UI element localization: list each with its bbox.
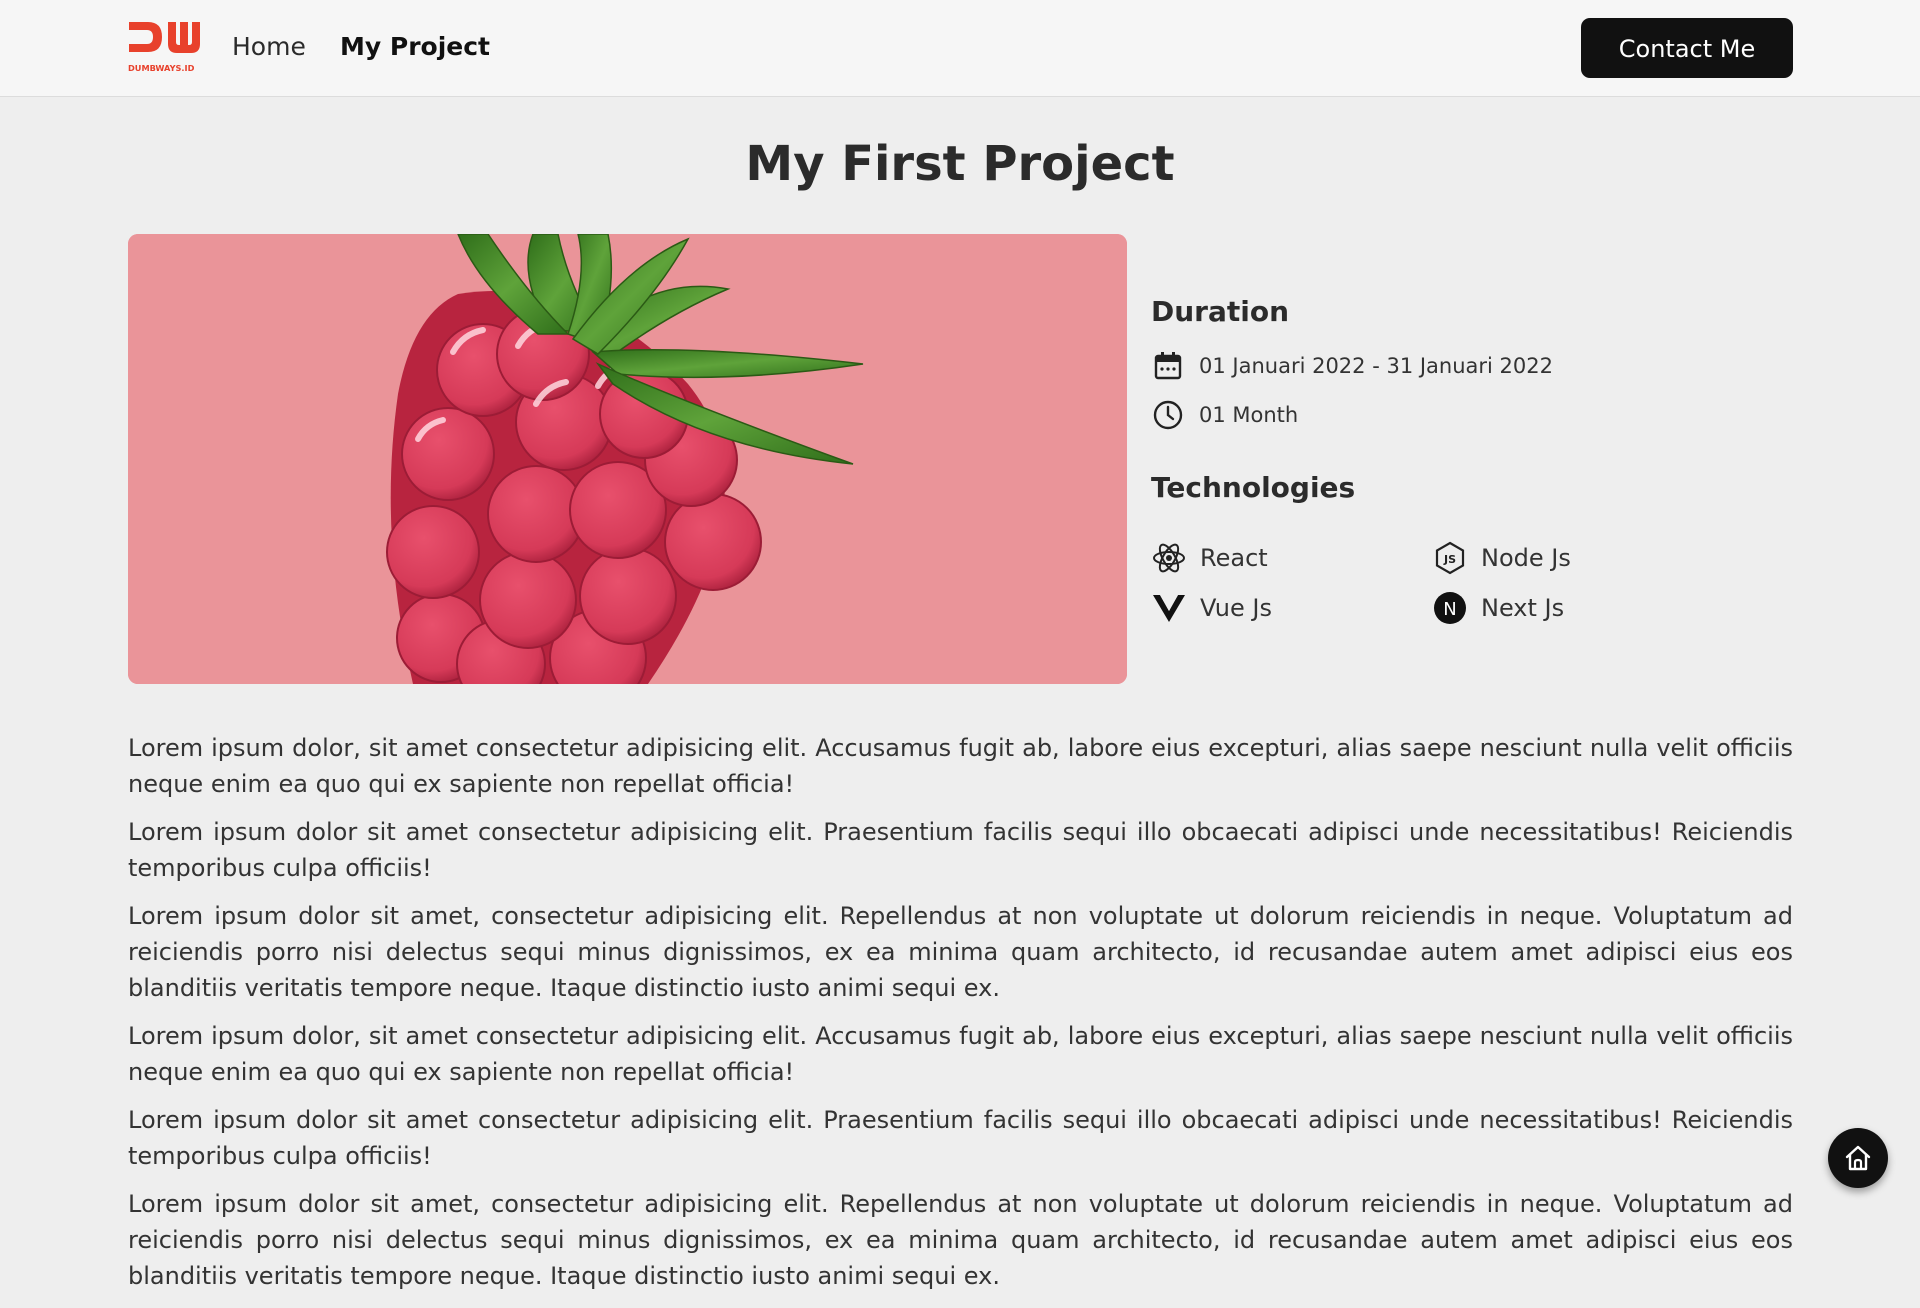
tech-label: Next Js: [1481, 594, 1565, 622]
vue-icon: [1153, 595, 1185, 622]
tech-label: Node Js: [1481, 544, 1571, 572]
project-length-text: 01 Month: [1199, 403, 1299, 427]
description-paragraph: Lorem ipsum dolor, sit amet consectetur …: [128, 1022, 1793, 1086]
description-paragraph: Lorem ipsum dolor sit amet consectetur a…: [128, 1106, 1793, 1170]
tech-label: React: [1200, 544, 1268, 572]
svg-text:DUMBWAYS.ID: DUMBWAYS.ID: [128, 63, 195, 73]
svg-text:JS: JS: [1443, 553, 1456, 566]
svg-text:N: N: [1443, 599, 1456, 620]
date-range: 01 Januari 2022 - 31 Januari 2022: [1152, 348, 1553, 384]
date-range-text: 01 Januari 2022 - 31 Januari 2022: [1199, 354, 1553, 378]
page-title: My First Project: [745, 136, 1175, 192]
nav-link-my-project[interactable]: My Project: [340, 30, 490, 64]
description-paragraph: Lorem ipsum dolor, sit amet consectetur …: [128, 734, 1793, 798]
home-icon: [1845, 1145, 1871, 1171]
technologies-heading: Technologies: [1151, 471, 1356, 504]
nodejs-icon: JS: [1435, 541, 1465, 575]
raspberry-illustration: [128, 234, 1127, 684]
tech-nodejs: JS Node Js: [1433, 538, 1571, 578]
clock-icon: [1153, 400, 1183, 430]
project-length: 01 Month: [1152, 397, 1298, 433]
project-description: Lorem ipsum dolor, sit amet consectetur …: [128, 730, 1793, 1306]
react-icon: [1153, 543, 1185, 573]
duration-heading: Duration: [1151, 295, 1290, 328]
description-paragraph: Lorem ipsum dolor sit amet, consectetur …: [128, 1190, 1793, 1290]
description-paragraph: Lorem ipsum dolor sit amet, consectetur …: [128, 902, 1793, 1002]
tech-nextjs: N Next Js: [1433, 588, 1564, 628]
tech-vue: Vue Js: [1152, 588, 1272, 628]
description-paragraph: Lorem ipsum dolor sit amet consectetur a…: [128, 818, 1793, 882]
calendar-icon: [1154, 352, 1182, 380]
nextjs-icon: N: [1434, 592, 1466, 624]
home-fab-button[interactable]: [1828, 1128, 1888, 1188]
navbar: DUMBWAYS.ID Home My Project Contact Me: [0, 0, 1920, 97]
dumbways-logo[interactable]: DUMBWAYS.ID: [128, 20, 204, 74]
contact-me-button[interactable]: Contact Me: [1581, 18, 1793, 78]
tech-label: Vue Js: [1200, 594, 1272, 622]
project-image: [128, 234, 1127, 684]
tech-react: React: [1152, 538, 1268, 578]
nav-link-home[interactable]: Home: [232, 30, 306, 64]
